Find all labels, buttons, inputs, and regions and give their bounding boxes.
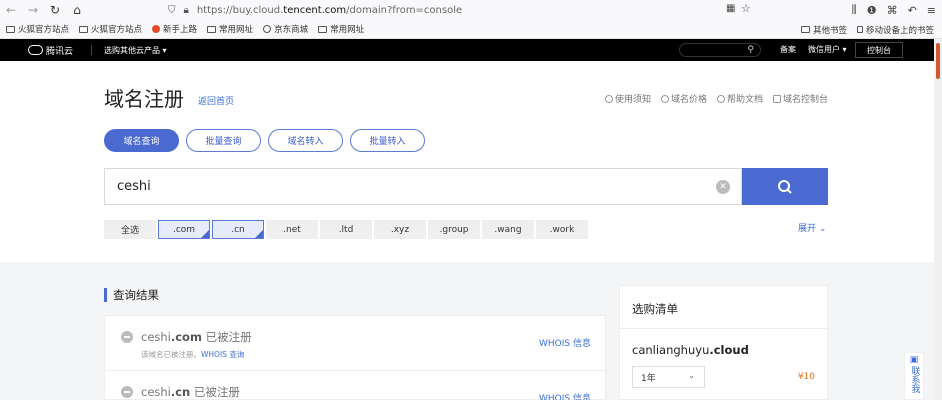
result-domain: ceshi.cn 已被注册: [141, 385, 240, 399]
suffix-wang[interactable]: .wang: [482, 220, 534, 239]
star-icon[interactable]: ☆: [741, 2, 751, 15]
domain-console-link[interactable]: 域名控制台: [772, 92, 828, 105]
search-value[interactable]: ceshi: [117, 179, 151, 194]
search-icon: ⚲: [747, 45, 754, 55]
price-link[interactable]: 域名价格: [660, 92, 707, 105]
other-bookmarks[interactable]: 其他书签: [800, 24, 847, 36]
chevron-down-icon: ⌄: [818, 224, 827, 234]
result-domain: ceshi.com 已被注册: [141, 330, 252, 344]
chat-icon: ▣: [909, 355, 919, 365]
logo[interactable]: 腾讯云: [28, 44, 73, 57]
extensions-icon[interactable]: ⌘: [887, 4, 898, 17]
contact-float-button[interactable]: ▣ 联系我: [904, 352, 924, 400]
suffix-xyz[interactable]: .xyz: [374, 220, 426, 239]
user-menu[interactable]: 微信用户 ▾: [808, 44, 847, 55]
folder-icon: [318, 25, 328, 33]
mobile-bookmarks[interactable]: 移动设备上的书签: [856, 24, 934, 36]
forward-arrow-icon[interactable]: →: [22, 0, 44, 20]
minus-circle-icon: [121, 386, 133, 398]
bookmark-item[interactable]: 火狐官方站点: [6, 23, 69, 35]
expand-button[interactable]: 展开 ⌄: [798, 221, 826, 234]
back-home-link[interactable]: 返回首页: [198, 94, 234, 107]
bookmark-item[interactable]: 新手上路: [152, 23, 197, 35]
cloud-logo-icon: [28, 45, 43, 55]
result-row: ceshi.com 已被注册 该域名已被注册。WHOIS 查询 WHOIS 信息: [104, 315, 606, 371]
query-tabs: 域名查询 批量查询 域名转入 批量转入: [104, 129, 425, 152]
reload-icon[interactable]: ↻: [44, 0, 66, 20]
suffix-group[interactable]: .group: [428, 220, 480, 239]
tab-domain-transfer[interactable]: 域名转入: [268, 129, 343, 152]
cart-price: ¥10: [797, 372, 815, 382]
tab-batch-transfer[interactable]: 批量转入: [350, 129, 425, 152]
menu-icon[interactable]: ≡: [927, 4, 936, 17]
page-title: 域名注册: [104, 87, 184, 111]
usage-notice-link[interactable]: 使用须知: [604, 92, 651, 105]
folder-icon: [207, 25, 217, 33]
beian-link[interactable]: 备案: [780, 44, 796, 55]
divider: [620, 328, 827, 329]
back-arrow-icon[interactable]: ←: [0, 0, 22, 20]
help-icon: [716, 95, 725, 103]
suffix-ltd[interactable]: .ltd: [320, 220, 372, 239]
suffix-work[interactable]: .work: [536, 220, 588, 239]
result-subtext: 该域名已被注册。WHOIS 查询: [141, 350, 245, 359]
suffix-select-all[interactable]: 全选: [104, 220, 156, 239]
whois-info-link[interactable]: WHOIS 信息: [539, 336, 591, 349]
browser-toolbar: ← → ↻ ⌂ ⛉ 🔒︎ https://buy.cloud.tencent.c…: [0, 0, 942, 20]
folder-icon: [79, 25, 89, 33]
help-link[interactable]: 帮助文档: [716, 92, 763, 105]
whois-info-link[interactable]: WHOIS 信息: [539, 391, 591, 400]
phone-icon: [856, 26, 863, 33]
url-text[interactable]: https://buy.cloud.tencent.com/domain?fro…: [197, 5, 462, 16]
domain-search-input[interactable]: ceshi ✕: [104, 168, 742, 205]
bookmark-item[interactable]: 火狐官方站点: [79, 23, 142, 35]
site-topnav: 腾讯云 选购其他云产品 ▾ ⚲ 备案 微信用户 ▾ 控制台: [0, 39, 934, 61]
divider: [91, 45, 93, 55]
chevron-down-icon: ⌄: [688, 371, 695, 380]
url-bar[interactable]: ⛉ 🔒︎ https://buy.cloud.tencent.com/domai…: [168, 0, 462, 20]
period-select[interactable]: 1年 ⌄: [632, 366, 705, 388]
util-links: 使用须知 域名价格 帮助文档 域名控制台: [604, 92, 828, 105]
products-menu[interactable]: 选购其他云产品 ▾: [104, 45, 167, 56]
top-search-input[interactable]: ⚲: [679, 43, 761, 57]
undo-icon[interactable]: ↶: [908, 4, 917, 17]
price-icon: [660, 95, 669, 103]
whois-query-link[interactable]: WHOIS 查询: [201, 350, 244, 359]
doc-icon: [604, 95, 613, 103]
globe-icon: [263, 25, 272, 33]
lock-icon: 🔒︎: [183, 4, 189, 16]
suffix-com[interactable]: .com: [158, 220, 210, 239]
tab-batch-query[interactable]: 批量查询: [186, 129, 261, 152]
bookmark-item[interactable]: 常用网址: [318, 23, 364, 35]
suffix-list: 全选 .com .cn .net .ltd .xyz .group .wang …: [104, 220, 588, 239]
contact-label: 联系我: [909, 366, 920, 393]
cart-title: 选购清单: [632, 302, 678, 316]
bookmark-item[interactable]: 常用网址: [207, 23, 253, 35]
results-title: 查询结果: [104, 288, 159, 302]
console-button[interactable]: 控制台: [855, 42, 903, 58]
qr-icon[interactable]: ▦: [726, 3, 735, 14]
scrollbar[interactable]: [934, 39, 942, 400]
firefox-icon: [152, 25, 161, 33]
suffix-cn[interactable]: .cn: [212, 220, 264, 239]
minus-circle-icon: [121, 331, 133, 343]
clear-icon[interactable]: ✕: [716, 180, 730, 194]
tab-domain-query[interactable]: 域名查询: [104, 129, 179, 152]
search-icon: [778, 179, 792, 194]
folder-icon: [6, 25, 15, 33]
bookmarks-bar: 火狐官方站点 火狐官方站点 新手上路 常用网址 京东商城 常用网址 其他书签 移…: [0, 20, 942, 39]
shield-icon: ⛉: [168, 4, 176, 16]
cart-domain: canlianghuyu.cloud: [632, 343, 749, 357]
bookmark-item[interactable]: 京东商城: [263, 23, 308, 35]
library-icon[interactable]: ⫼: [852, 3, 857, 17]
cart-panel: 选购清单 canlianghuyu.cloud 1年 ⌄ ¥10: [619, 285, 828, 400]
console-icon: [772, 95, 781, 103]
folder-icon: [800, 26, 810, 33]
result-row: ceshi.cn 已被注册 WHOIS 信息: [104, 371, 606, 400]
suffix-net[interactable]: .net: [266, 220, 318, 239]
search-button[interactable]: [742, 168, 828, 205]
account-icon[interactable]: ❶: [867, 4, 877, 17]
scroll-thumb[interactable]: [936, 43, 940, 79]
home-icon[interactable]: ⌂: [66, 0, 88, 20]
